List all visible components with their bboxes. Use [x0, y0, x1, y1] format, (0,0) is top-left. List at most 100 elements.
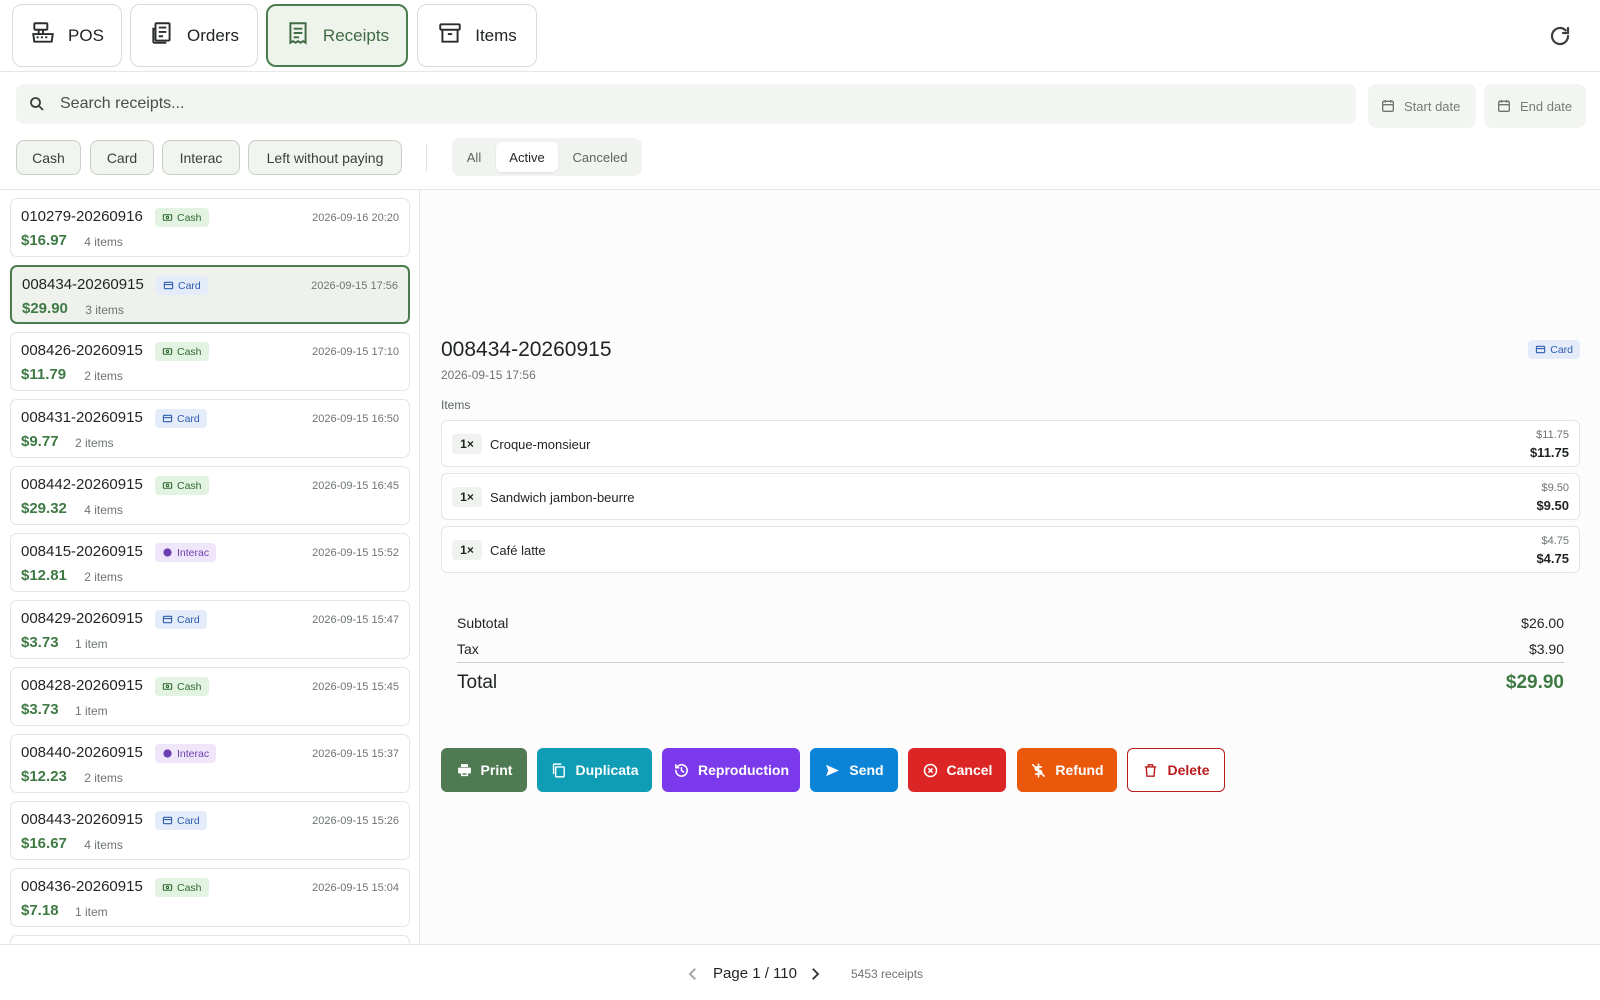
- receipt-id: 008443-20260915: [21, 811, 143, 828]
- prev-page-button[interactable]: [682, 963, 704, 985]
- cash-icon: [162, 482, 173, 489]
- receipt-list-item[interactable]: 010279-20260916 Cash 2026-09-16 20:20 $16.9…: [10, 198, 410, 257]
- page-indicator: Page 1 / 110: [713, 965, 797, 982]
- filter-left-without-paying[interactable]: Left without paying: [248, 140, 402, 175]
- receipt-list-item-partial[interactable]: [10, 935, 410, 944]
- tab-items-label: Items: [475, 25, 517, 45]
- receipt-date: 2026-09-15 15:52: [312, 547, 399, 559]
- filter-cash[interactable]: Cash: [16, 140, 81, 175]
- print-button[interactable]: Print: [441, 748, 527, 792]
- receipt-list-item[interactable]: 008415-20260915 Interac 2026-09-15 15:52 $1…: [10, 533, 410, 592]
- receipt-list-item[interactable]: 008443-20260915 Card 2026-09-15 15:26 $16.6…: [10, 801, 410, 860]
- delete-button[interactable]: Delete: [1127, 748, 1225, 792]
- line-item-qty: 1×: [452, 540, 482, 560]
- payment-method-badge: Card: [155, 811, 207, 830]
- receipt-list-item[interactable]: 008442-20260915 Cash 2026-09-15 16:45 $29.3…: [10, 466, 410, 525]
- refund-button[interactable]: Refund: [1017, 748, 1117, 792]
- payment-method-label: Card: [177, 613, 200, 626]
- filter-card[interactable]: Card: [90, 140, 154, 175]
- total-row: Total $29.90: [457, 672, 1564, 694]
- reproduction-label: Reproduction: [698, 762, 789, 778]
- payment-method-label: Card: [177, 412, 200, 425]
- refresh-icon: [1550, 26, 1570, 46]
- status-canceled-label: Canceled: [572, 149, 628, 165]
- line-item-unit-price: $11.75: [1536, 429, 1569, 441]
- receipt-list-item[interactable]: 008440-20260915 Interac 2026-09-15 15:37 $1…: [10, 734, 410, 793]
- interac-icon: [163, 749, 172, 758]
- tab-pos[interactable]: POS: [12, 4, 122, 67]
- receipt-item-count: 2 items: [75, 436, 114, 450]
- status-all[interactable]: All: [456, 142, 492, 172]
- line-item-name: Croque-monsieur: [490, 437, 591, 452]
- receipt-date: 2026-09-15 17:56: [311, 280, 398, 292]
- receipt-id: 008426-20260915: [21, 342, 143, 359]
- filter-interac[interactable]: Interac: [162, 140, 240, 175]
- receipt-id: 008428-20260915: [21, 677, 143, 694]
- receipt-list: 010279-20260916 Cash 2026-09-16 20:20 $16.9…: [0, 190, 420, 944]
- receipt-item-count: 4 items: [84, 235, 123, 249]
- receipt-list-item[interactable]: 008434-20260915 Card 2026-09-15 17:56 $29.9…: [10, 265, 410, 324]
- credit-card-icon: [162, 414, 173, 423]
- line-item: 1× Sandwich jambon-beurre $9.50 $9.50: [441, 473, 1580, 520]
- tax-value: $3.90: [1528, 641, 1564, 657]
- receipt-amount: $16.97: [21, 232, 67, 249]
- search-bar[interactable]: [16, 84, 1356, 124]
- history-icon: [675, 763, 688, 777]
- reproduction-button[interactable]: Reproduction: [662, 748, 800, 792]
- status-active-label: Active: [509, 149, 545, 165]
- line-item-total: $11.75: [1529, 445, 1569, 460]
- items-section-label: Items: [441, 398, 471, 412]
- end-date-button[interactable]: End date: [1484, 84, 1586, 128]
- tab-receipts[interactable]: Receipts: [266, 4, 408, 67]
- payment-method-badge: Cash: [155, 476, 209, 495]
- filter-cash-label: Cash: [32, 149, 65, 166]
- receipt-id: 008436-20260915: [21, 878, 143, 895]
- cancel-label: Cancel: [946, 762, 993, 778]
- cash-register-icon: [30, 20, 56, 51]
- receipt-icon: [285, 20, 311, 51]
- line-item-unit-price: $9.50: [1541, 482, 1569, 494]
- payment-method-label: Cash: [177, 345, 202, 358]
- status-active[interactable]: Active: [496, 142, 558, 172]
- send-button[interactable]: Send: [810, 748, 898, 792]
- receipt-list-item[interactable]: 008436-20260915 Cash 2026-09-15 15:04 $7.18…: [10, 868, 410, 927]
- calendar-icon: [1498, 100, 1510, 112]
- receipt-date: 2026-09-16 20:20: [312, 212, 399, 224]
- receipt-detail-panel: 008434-20260915 2026-09-15 17:56 Card It…: [421, 190, 1600, 944]
- receipt-item-count: 1 item: [75, 905, 108, 919]
- duplicata-label: Duplicata: [575, 762, 639, 778]
- duplicata-button[interactable]: Duplicata: [537, 748, 652, 792]
- start-date-button[interactable]: Start date: [1368, 84, 1476, 128]
- receipt-list-item[interactable]: 008428-20260915 Cash 2026-09-15 15:45 $3.73…: [10, 667, 410, 726]
- receipt-item-count: 3 items: [85, 303, 124, 317]
- interac-icon: [163, 548, 172, 557]
- tax-label: Tax: [457, 641, 479, 657]
- tab-orders[interactable]: Orders: [130, 4, 258, 67]
- total-separator: [457, 662, 1564, 663]
- next-page-button[interactable]: [804, 963, 826, 985]
- status-canceled[interactable]: Canceled: [562, 142, 638, 172]
- receipt-list-item[interactable]: 008429-20260915 Card 2026-09-15 15:47 $3.73…: [10, 600, 410, 659]
- receipt-date: 2026-09-15 15:26: [312, 815, 399, 827]
- filter-divider: [426, 144, 427, 172]
- send-icon: [826, 764, 840, 776]
- receipt-list-item[interactable]: 008431-20260915 Card 2026-09-15 16:50 $9.77…: [10, 399, 410, 458]
- receipt-date: 2026-09-15 16:45: [312, 480, 399, 492]
- receipt-amount: $9.77: [21, 433, 59, 450]
- tab-pos-label: POS: [68, 25, 104, 45]
- search-input[interactable]: [60, 95, 1310, 113]
- receipt-date: 2026-09-15 15:37: [312, 748, 399, 760]
- cancel-circle-icon: [923, 763, 937, 777]
- payment-method-badge: Interac: [155, 543, 217, 562]
- search-icon: [30, 97, 44, 111]
- receipt-amount: $12.81: [21, 567, 67, 584]
- receipt-list-item[interactable]: 008426-20260915 Cash 2026-09-15 17:10 $11.7…: [10, 332, 410, 391]
- receipt-amount: $29.32: [21, 500, 67, 517]
- tab-items[interactable]: Items: [417, 4, 537, 67]
- payment-method-label: Interac: [177, 546, 210, 559]
- total-value: $29.90: [1505, 672, 1564, 693]
- total-label: Total: [457, 672, 498, 693]
- cancel-button[interactable]: Cancel: [908, 748, 1006, 792]
- payment-method-label: Interac: [177, 747, 210, 760]
- refresh-button[interactable]: [1546, 22, 1574, 50]
